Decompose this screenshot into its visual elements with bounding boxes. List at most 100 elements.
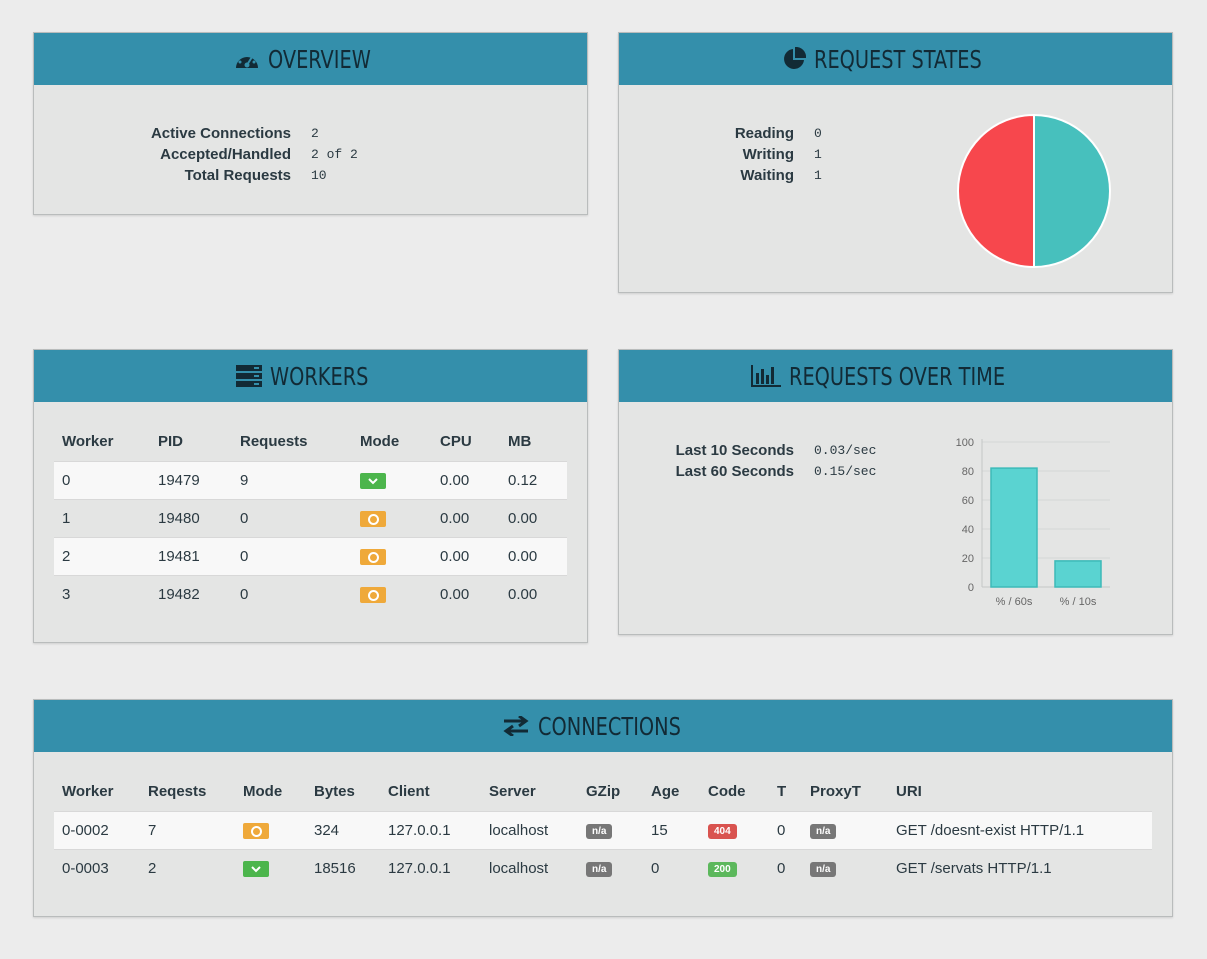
mode-ok-icon <box>243 861 269 878</box>
mode-waiting-icon <box>360 587 386 604</box>
stat-reading: Reading 0 <box>619 123 822 144</box>
col-mb: MB <box>508 432 532 450</box>
stat-value: 0 <box>814 126 822 141</box>
request-states-stats: Reading 0 Writing 1 Waiting 1 <box>619 123 822 186</box>
cell-gzip: n/a <box>578 849 643 887</box>
stat-label: Last 10 Seconds <box>675 442 794 459</box>
cell-mb: 0.00 <box>500 499 567 538</box>
exchange-arrows-icon <box>502 716 530 736</box>
col-client: Client <box>388 782 430 800</box>
overview-panel: OVERVIEW Active Connections 2 Accepted/H… <box>33 32 588 215</box>
cell-worker: 3 <box>54 575 150 613</box>
table-row: 0-0003 2 18516 127.0.0.1 localhost n/a 0… <box>54 849 1152 887</box>
pie-slice-waiting <box>1033 113 1111 269</box>
y-tick-label: 20 <box>962 553 974 565</box>
stat-value: 10 <box>311 168 327 183</box>
workers-table: Worker PID Requests Mode CPU MB 0 19479 … <box>54 421 567 613</box>
cell-requests: 0 <box>232 537 352 576</box>
workers-panel: WORKERS Worker PID Requests Mode CPU MB … <box>33 349 588 643</box>
mode-ok-icon <box>360 473 386 490</box>
col-proxyt: ProxyT <box>810 782 861 800</box>
stat-label: Waiting <box>740 167 794 184</box>
stat-label: Active Connections <box>150 125 291 142</box>
cell-cpu: 0.00 <box>432 499 500 538</box>
request-states-title: REQUEST STATES <box>813 44 982 74</box>
overview-header: OVERVIEW <box>34 33 587 85</box>
cell-uri: GET /doesnt-exist HTTP/1.1 <box>888 811 1152 850</box>
stat-label: Total Requests <box>184 167 291 184</box>
cell-worker: 1 <box>54 499 150 538</box>
col-reqests: Reqests <box>148 782 207 800</box>
cell-mb: 0.00 <box>500 575 567 613</box>
stat-accepted-handled: Accepted/Handled 2 of 2 <box>34 144 358 165</box>
stat-waiting: Waiting 1 <box>619 165 821 186</box>
cell-age: 15 <box>643 811 700 850</box>
y-tick-label: 60 <box>962 495 974 507</box>
cell-mode <box>352 537 432 576</box>
workers-table-header: Worker PID Requests Mode CPU MB <box>54 421 567 462</box>
x-tick-label: % / 10s <box>1060 596 1097 608</box>
cell-age: 0 <box>643 849 700 887</box>
connections-table: Worker Reqests Mode Bytes Client Server … <box>54 771 1152 887</box>
status-code-badge: 200 <box>708 861 737 877</box>
proxyt-badge: n/a <box>810 861 837 877</box>
y-tick-label: 100 <box>956 437 974 449</box>
cell-code: 404 <box>700 811 769 850</box>
col-t: T <box>777 782 787 800</box>
request-states-header: REQUEST STATES <box>619 33 1172 85</box>
cell-worker: 2 <box>54 537 150 576</box>
stat-label: Last 60 Seconds <box>675 463 794 480</box>
cell-gzip: n/a <box>578 811 643 850</box>
cell-requests: 0 <box>232 499 352 538</box>
x-tick-label: % / 60s <box>996 596 1033 608</box>
stat-label: Reading <box>734 125 794 142</box>
cell-cpu: 0.00 <box>432 461 500 500</box>
table-row: 1 19480 0 0.00 0.00 <box>54 499 567 538</box>
cell-t: 0 <box>769 811 802 850</box>
cell-server: localhost <box>481 811 578 850</box>
cell-bytes: 18516 <box>306 849 380 887</box>
cell-pid: 19479 <box>150 461 232 500</box>
y-tick-label: 40 <box>962 524 974 536</box>
connections-panel: CONNECTIONS Worker Reqests Mode Bytes Cl… <box>33 699 1173 917</box>
stat-label: Writing <box>742 146 794 163</box>
stat-active-connections: Active Connections 2 <box>34 123 358 144</box>
cell-server: localhost <box>481 849 578 887</box>
mode-waiting-icon <box>360 549 386 566</box>
cell-worker: 0-0002 <box>54 811 140 850</box>
cell-pid: 19482 <box>150 575 232 613</box>
requests-over-time-header: REQUESTS OVER TIME <box>619 350 1172 402</box>
col-uri: URI <box>896 782 922 800</box>
rate-stats: Last 10 Seconds 0.03/sec Last 60 Seconds… <box>619 440 877 482</box>
stat-value: 1 <box>814 147 822 162</box>
server-stack-icon <box>236 365 263 387</box>
bar-0 <box>990 467 1038 588</box>
cell-requests: 0 <box>232 575 352 613</box>
table-row: 2 19481 0 0.00 0.00 <box>54 537 567 576</box>
y-tick-label: 80 <box>962 466 974 478</box>
cell-mode <box>352 461 432 500</box>
requests-over-time-panel: REQUESTS OVER TIME Last 10 Seconds 0.03/… <box>618 349 1173 635</box>
cell-requests: 9 <box>232 461 352 500</box>
workers-title: WORKERS <box>270 361 369 391</box>
gzip-badge: n/a <box>586 861 613 877</box>
cell-mode <box>235 811 306 850</box>
col-gzip: GZip <box>586 782 621 800</box>
table-row: 3 19482 0 0.00 0.00 <box>54 575 567 613</box>
bar-chart-icon <box>750 365 781 387</box>
cell-proxyt: n/a <box>802 811 888 850</box>
col-worker: Worker <box>62 432 114 450</box>
cell-pid: 19480 <box>150 499 232 538</box>
pie-chart-icon <box>782 47 806 71</box>
col-pid: PID <box>158 432 184 450</box>
cell-client: 127.0.0.1 <box>380 811 481 850</box>
cell-mode <box>352 575 432 613</box>
cell-cpu: 0.00 <box>432 537 500 576</box>
gzip-badge: n/a <box>586 823 613 839</box>
col-mode: Mode <box>360 432 400 450</box>
cell-mode <box>352 499 432 538</box>
cell-code: 200 <box>700 849 769 887</box>
stat-value: 0.15/sec <box>814 464 877 479</box>
cell-mb: 0.12 <box>500 461 567 500</box>
cell-reqs: 2 <box>140 849 235 887</box>
